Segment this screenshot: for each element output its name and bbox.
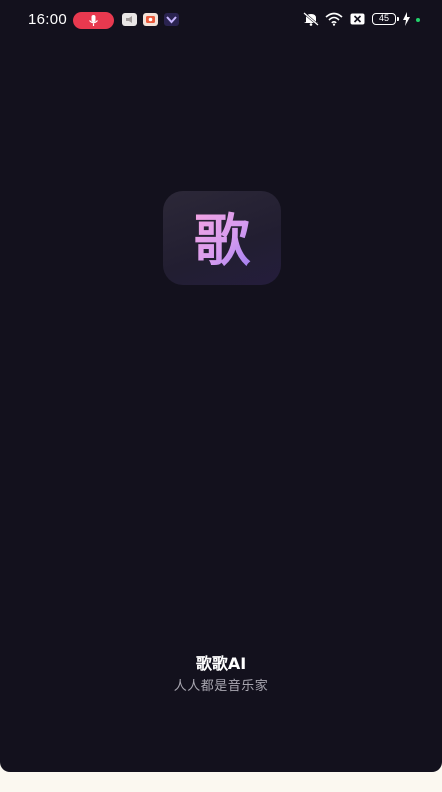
status-time: 16:00 — [28, 11, 68, 28]
splash-screen: 16:00 45 歌 歌歌AI 人人都是音乐家 — [0, 0, 442, 772]
notification-icon — [143, 13, 158, 26]
app-name: 歌歌AI — [195, 654, 247, 673]
wifi-icon — [325, 12, 343, 26]
mic-recording-indicator[interactable] — [73, 12, 114, 29]
app-slogan: 人人都是音乐家 — [173, 679, 269, 694]
notification-icon — [164, 13, 179, 26]
app-logo: 歌 — [163, 191, 281, 285]
status-bar: 16:00 45 — [0, 0, 442, 40]
battery-icon: 45 — [372, 13, 396, 25]
mute-icon — [303, 12, 319, 26]
mic-icon — [89, 15, 98, 26]
close-icon — [350, 13, 365, 25]
logo-glyph: 歌 — [194, 209, 251, 274]
notification-icon — [122, 13, 137, 26]
charging-dot — [416, 18, 420, 22]
charging-bolt-icon — [403, 12, 410, 26]
battery-cap — [397, 17, 399, 21]
bottom-strip — [0, 772, 442, 792]
